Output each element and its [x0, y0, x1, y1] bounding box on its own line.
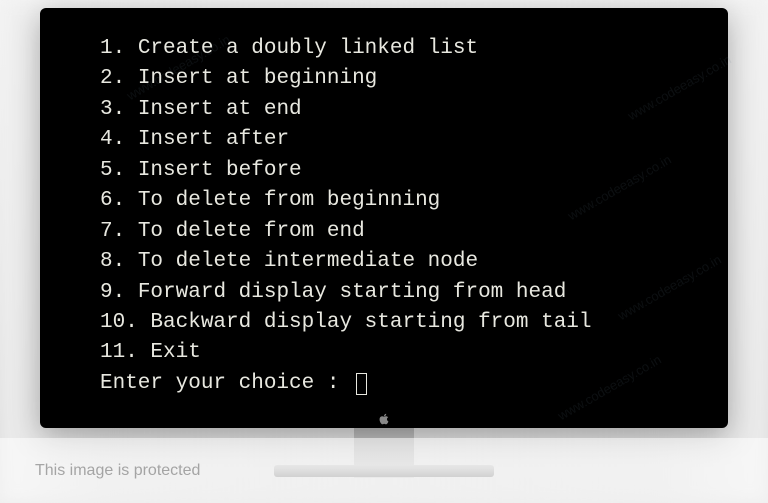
menu-item-4: 4. Insert after [100, 125, 668, 155]
menu-item-11: 11. Exit [100, 338, 668, 368]
menu-item-2: 2. Insert at beginning [100, 64, 668, 94]
cursor-icon [356, 373, 367, 395]
menu-item-5: 5. Insert before [100, 156, 668, 186]
apple-logo-icon [377, 412, 391, 426]
terminal-screen: 1. Create a doubly linked list 2. Insert… [60, 22, 708, 408]
menu-item-3: 3. Insert at end [100, 95, 668, 125]
monitor-frame: 1. Create a doubly linked list 2. Insert… [40, 8, 728, 428]
menu-item-7: 7. To delete from end [100, 217, 668, 247]
protection-text: This image is protected [35, 462, 200, 480]
menu-item-8: 8. To delete intermediate node [100, 247, 668, 277]
input-prompt[interactable]: Enter your choice : [100, 369, 668, 399]
menu-item-10: 10. Backward display starting from tail [100, 308, 668, 338]
protection-overlay: This image is protected [0, 438, 768, 503]
menu-item-1: 1. Create a doubly linked list [100, 34, 668, 64]
menu-item-9: 9. Forward display starting from head [100, 278, 668, 308]
menu-item-6: 6. To delete from beginning [100, 186, 668, 216]
